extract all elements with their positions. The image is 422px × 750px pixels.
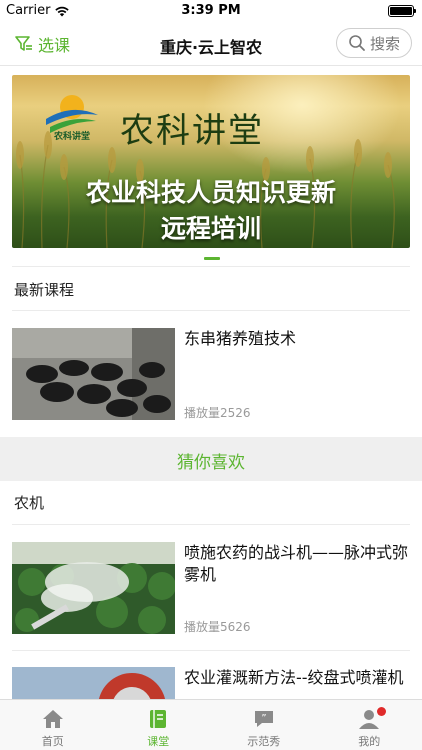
- filter-icon: [15, 36, 32, 51]
- banner-headline: 农科讲堂: [120, 111, 264, 151]
- recommend-title: 猜你喜欢: [177, 453, 245, 473]
- search-label: 搜索: [369, 34, 400, 53]
- course-title: 喷施农药的战斗机——脉冲式弥雾机: [184, 543, 409, 584]
- play-count: 播放量2526: [184, 406, 251, 420]
- banner-page-indicator: [204, 257, 220, 260]
- course-item[interactable]: 喷施农药的战斗机——脉冲式弥雾机 播放量5626: [0, 542, 422, 642]
- course-item[interactable]: 东串猪养殖技术 播放量2526: [0, 328, 422, 428]
- notification-badge: [376, 707, 386, 716]
- divider: [12, 266, 410, 267]
- battery-icon: [388, 5, 416, 17]
- promo-banner[interactable]: 农科讲堂 农科讲堂 农业科技人员知识更新 远程培训: [12, 75, 410, 248]
- select-course-button[interactable]: 选课: [14, 32, 70, 56]
- category-label: 农机: [14, 494, 45, 512]
- tab-label: 示范秀: [247, 735, 281, 748]
- course-title: 农业灌溉新方法--绞盘式喷灌机: [184, 668, 404, 687]
- course-thumbnail: [12, 667, 175, 699]
- book-icon: [150, 710, 167, 728]
- quote-bubble-icon: ”: [254, 711, 273, 727]
- tab-label: 首页: [41, 735, 64, 748]
- course-item[interactable]: 农业灌溉新方法--绞盘式喷灌机: [0, 667, 422, 699]
- tab-classroom[interactable]: 课堂: [106, 700, 212, 750]
- course-thumbnail: [12, 328, 175, 420]
- logo-text: 农科讲堂: [53, 132, 90, 142]
- divider: [12, 650, 410, 651]
- search-button[interactable]: 搜索: [336, 28, 412, 58]
- divider: [12, 524, 410, 525]
- tab-label: 我的: [358, 735, 381, 748]
- nav-bar: 选课 重庆·云上智农 搜索: [0, 22, 422, 66]
- clock: 3:39 PM: [181, 3, 241, 18]
- latest-courses-heading: 最新课程: [14, 281, 75, 299]
- tab-label: 课堂: [147, 735, 170, 748]
- status-bar: Carrier 3:39 PM: [0, 0, 422, 22]
- select-course-label: 选课: [38, 36, 71, 55]
- divider: [12, 310, 410, 311]
- tab-home[interactable]: 首页: [0, 700, 106, 750]
- svg-text:”: ”: [261, 713, 266, 724]
- recommend-section-header: 猜你喜欢: [0, 437, 422, 481]
- course-thumbnail: [12, 542, 175, 634]
- home-icon: [42, 710, 63, 728]
- tab-showcase[interactable]: ” 示范秀: [211, 700, 317, 750]
- content-scroll-area[interactable]: 农科讲堂 农科讲堂 农业科技人员知识更新 远程培训 最新课程 东串猪养殖技术 播…: [0, 67, 422, 699]
- search-icon: [349, 35, 365, 51]
- tab-bar: 首页 课堂 ” 示范秀 我的: [0, 699, 422, 750]
- course-title: 东串猪养殖技术: [184, 329, 297, 348]
- tab-mine[interactable]: 我的: [317, 700, 422, 750]
- banner-subtitle-line1: 农业科技人员知识更新: [85, 178, 336, 207]
- play-count: 播放量5626: [184, 620, 251, 634]
- banner-subtitle-line2: 远程培训: [160, 214, 261, 243]
